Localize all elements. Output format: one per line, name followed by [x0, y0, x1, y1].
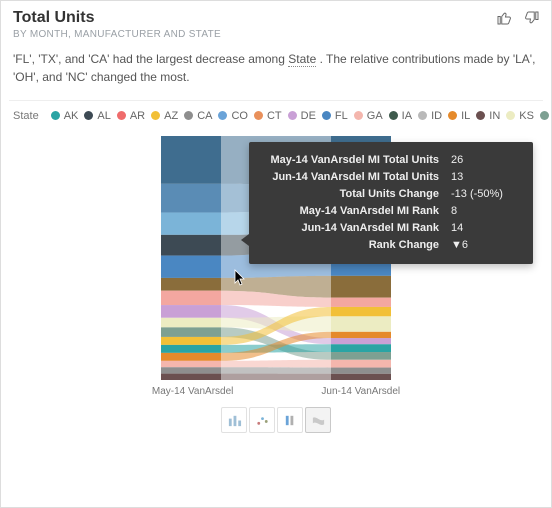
legend-swatch [184, 111, 193, 120]
legend-swatch [354, 111, 363, 120]
legend-title: State [13, 110, 39, 122]
legend-item[interactable]: DE [288, 110, 316, 122]
tooltip-value: -13 (-50%) [451, 186, 521, 203]
tooltip-label: May-14 VanArsdel MI Total Units [261, 152, 439, 169]
tooltip-value: 26 [451, 152, 521, 169]
legend-label: CA [197, 110, 212, 122]
legend-item[interactable]: GA [354, 110, 383, 122]
tooltip-label: Jun-14 VanArsdel MI Rank [261, 220, 439, 237]
legend-swatch [84, 111, 93, 120]
x-axis-labels: May-14 VanArsdel Jun-14 VanArsdel [13, 386, 539, 397]
mode-bar-chart-icon[interactable] [221, 407, 247, 433]
legend-label: CT [267, 110, 282, 122]
legend-label: AZ [164, 110, 178, 122]
tooltip-label: May-14 VanArsdel MI Rank [261, 203, 439, 220]
legend-item[interactable]: IN [476, 110, 500, 122]
legend-label: KS [519, 110, 534, 122]
legend-item[interactable]: IL [448, 110, 470, 122]
legend-swatch [476, 111, 485, 120]
legend-swatch [117, 111, 126, 120]
legend-swatch [540, 111, 549, 120]
tooltip-row: Jun-14 VanArsdel MI Total Units 13 [261, 169, 521, 186]
legend-item[interactable]: CA [184, 110, 212, 122]
legend-label: ID [431, 110, 442, 122]
legend-swatch [448, 111, 457, 120]
mode-column-icon[interactable] [277, 407, 303, 433]
mode-scatter-icon[interactable] [249, 407, 275, 433]
chart-mode-bar [13, 407, 539, 433]
legend-swatch [288, 111, 297, 120]
divider [9, 100, 543, 101]
tooltip-row: Jun-14 VanArsdel MI Rank 14 [261, 220, 521, 237]
tooltip-label: Jun-14 VanArsdel MI Total Units [261, 169, 439, 186]
x-label-left: May-14 VanArsdel [152, 386, 234, 397]
legend-label: IL [461, 110, 470, 122]
legend-item[interactable]: AL [84, 110, 110, 122]
legend-swatch [51, 111, 60, 120]
narrative-pre: 'FL', 'TX', and 'CA' had the largest dec… [13, 52, 288, 66]
legend-item[interactable]: AR [117, 110, 145, 122]
thumbs-down-icon[interactable] [523, 9, 541, 32]
narrative-text: 'FL', 'TX', and 'CA' had the largest dec… [1, 42, 551, 96]
chart-area: May-14 VanArsdel Jun-14 VanArsdel May-14… [1, 124, 551, 433]
legend-swatch [151, 111, 160, 120]
narrative-link[interactable]: State [288, 52, 316, 67]
legend-swatch [254, 111, 263, 120]
legend-label: DE [301, 110, 316, 122]
legend-swatch [322, 111, 331, 120]
legend-label: GA [367, 110, 383, 122]
legend-label: IA [402, 110, 412, 122]
legend-label: CO [231, 110, 248, 122]
tooltip-value: ▼6 [451, 237, 521, 254]
tooltip-label: Total Units Change [261, 186, 439, 203]
legend: State AKALARAZCACOCTDEFLGAIAIDILINKSKYLA… [1, 109, 551, 124]
datapoint-tooltip: May-14 VanArsdel MI Total Units26Jun-14 … [249, 142, 533, 264]
tooltip-row: May-14 VanArsdel MI Rank 8 [261, 203, 521, 220]
legend-item[interactable]: CO [218, 110, 248, 122]
page-title: Total Units [13, 9, 539, 27]
chart-header: Total Units BY MONTH, MANUFACTURER AND S… [1, 1, 551, 42]
mouse-cursor-icon [233, 269, 247, 292]
legend-swatch [418, 111, 427, 120]
tooltip-value: 13 [451, 169, 521, 186]
legend-label: AK [64, 110, 79, 122]
legend-item[interactable]: IA [389, 110, 412, 122]
tooltip-row: Total Units Change -13 (-50%) [261, 186, 521, 203]
legend-item[interactable]: AZ [151, 110, 178, 122]
x-label-right: Jun-14 VanArsdel [321, 386, 400, 397]
thumbs-up-icon[interactable] [495, 9, 513, 32]
legend-item[interactable]: KY [540, 110, 551, 122]
legend-label: AL [97, 110, 110, 122]
legend-swatch [389, 111, 398, 120]
page-subtitle: BY MONTH, MANUFACTURER AND STATE [13, 29, 539, 40]
feedback-group [495, 9, 541, 32]
legend-item[interactable]: AK [51, 110, 79, 122]
tooltip-value: 14 [451, 220, 521, 237]
tooltip-row: May-14 VanArsdel MI Total Units 26 [261, 152, 521, 169]
legend-item[interactable]: ID [418, 110, 442, 122]
legend-label: FL [335, 110, 348, 122]
legend-item[interactable]: CT [254, 110, 282, 122]
legend-label: IN [489, 110, 500, 122]
tooltip-row: Rank Change ▼6 [261, 237, 521, 254]
legend-label: AR [130, 110, 145, 122]
tooltip-value: 8 [451, 203, 521, 220]
legend-item[interactable]: FL [322, 110, 348, 122]
mode-ribbon-icon[interactable] [305, 407, 331, 433]
legend-swatch [506, 111, 515, 120]
legend-item[interactable]: KS [506, 110, 534, 122]
tooltip-label: Rank Change [261, 237, 439, 254]
legend-swatch [218, 111, 227, 120]
